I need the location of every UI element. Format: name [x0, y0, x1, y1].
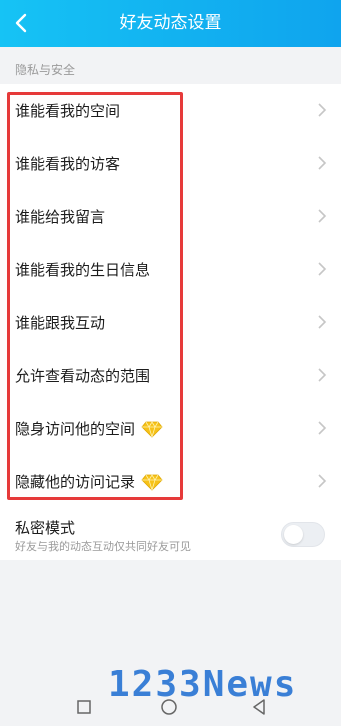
- chevron-right-icon: [318, 421, 327, 435]
- section-label: 隐私与安全: [15, 63, 76, 77]
- toggle-knob: [284, 525, 303, 544]
- page-title: 好友动态设置: [119, 13, 222, 33]
- private-mode-subtitle: 好友与我的动态互动仅共同好友可见: [15, 540, 191, 553]
- private-mode-toggle[interactable]: [281, 522, 325, 547]
- chevron-right-icon: [318, 315, 327, 329]
- triangle-back-icon[interactable]: [250, 698, 268, 716]
- chevron-right-icon: [318, 209, 327, 223]
- private-mode-row: 私密模式 好友与我的动态互动仅共同好友可见: [0, 508, 341, 560]
- chevron-right-icon: [318, 262, 327, 276]
- chevron-right-icon: [318, 103, 327, 117]
- highlight-box: [7, 92, 183, 500]
- square-icon[interactable]: [75, 698, 93, 716]
- chevron-right-icon: [318, 474, 327, 488]
- private-mode-title: 私密模式: [15, 519, 76, 537]
- chevron-right-icon: [318, 156, 327, 170]
- header-bar: 好友动态设置: [0, 0, 341, 47]
- circle-icon[interactable]: [160, 698, 178, 716]
- system-nav-bar: [0, 688, 341, 726]
- chevron-right-icon: [318, 368, 327, 382]
